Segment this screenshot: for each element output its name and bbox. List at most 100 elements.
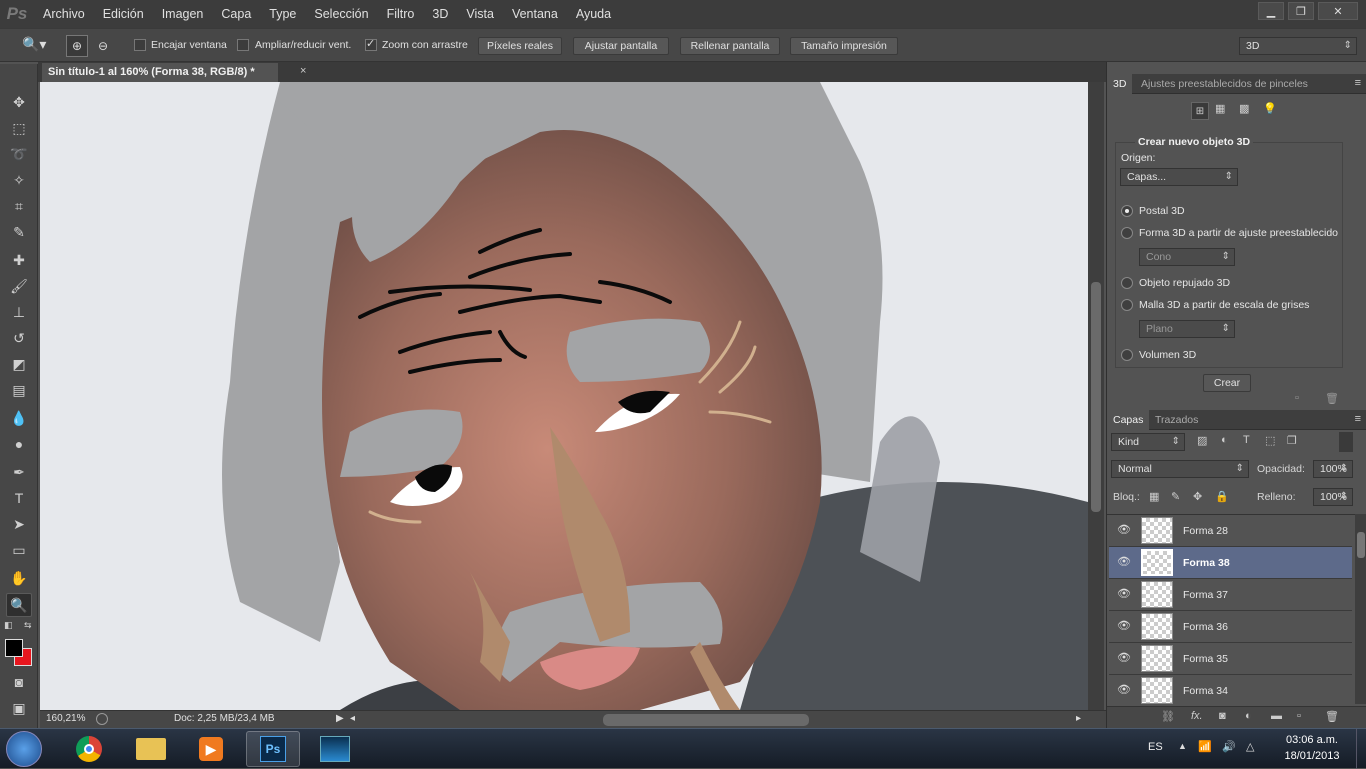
brush-tool-icon[interactable]: 🖌 (6, 274, 32, 298)
export-icon[interactable] (96, 713, 108, 725)
lock-pixels-icon[interactable]: ✎ (1171, 490, 1180, 503)
crear-button[interactable]: Crear (1203, 374, 1251, 392)
foreground-color-swatch[interactable] (5, 639, 23, 657)
kind-select[interactable]: Kind (1111, 433, 1185, 451)
menu-filtro[interactable]: Filtro (378, 0, 424, 28)
tab-trazados[interactable]: Trazados (1149, 410, 1204, 430)
restore-icon[interactable]: ❐ (1288, 2, 1314, 20)
zoom-tool-icon[interactable]: 🔍 (6, 593, 32, 617)
app-taskbar-icon[interactable] (308, 731, 362, 767)
eye-icon[interactable]: 👁 (1117, 557, 1131, 568)
language-indicator[interactable]: ES (1148, 741, 1163, 753)
chrome-taskbar-icon[interactable] (62, 731, 116, 767)
layer-row[interactable]: 👁 Forma 28 (1109, 515, 1352, 547)
menu-vista[interactable]: Vista (457, 0, 503, 28)
forma-3d-radio[interactable] (1121, 227, 1133, 239)
move-tool-icon[interactable]: ✥ (6, 90, 32, 114)
menu-archivo[interactable]: Archivo (34, 0, 94, 28)
new-layer-icon[interactable]: ▫ (1297, 710, 1301, 722)
objeto-repujado-radio[interactable] (1121, 277, 1133, 289)
drive-sync-icon[interactable]: △ (1246, 740, 1254, 753)
start-button[interactable] (6, 731, 42, 767)
menu-ayuda[interactable]: Ayuda (567, 0, 620, 28)
lasso-tool-icon[interactable]: ➰ (6, 142, 32, 166)
zoom-tool-preset-icon[interactable]: 🔍▾ (22, 36, 56, 56)
filter-adjust-icon[interactable]: ◐ (1221, 434, 1228, 446)
trash-small-icon[interactable]: 🗑 (1325, 392, 1339, 405)
cono-select[interactable]: Cono (1139, 248, 1235, 266)
opacity-input[interactable]: 100% (1313, 460, 1353, 478)
lock-all-icon[interactable]: 🔒 (1215, 490, 1229, 503)
eye-icon[interactable]: 👁 (1117, 685, 1131, 696)
origen-select[interactable]: Capas... (1120, 168, 1238, 186)
filter-toggle[interactable] (1339, 432, 1353, 452)
menu-3d[interactable]: 3D (423, 0, 457, 28)
menu-imagen[interactable]: Imagen (153, 0, 213, 28)
eye-icon[interactable]: 👁 (1117, 621, 1131, 632)
shape-tool-icon[interactable]: ▭ (6, 538, 32, 562)
eraser-tool-icon[interactable]: ◩ (6, 352, 32, 376)
close-icon[interactable]: ✕ (1318, 2, 1358, 20)
clock-time[interactable]: 03:06 a.m. (1282, 734, 1342, 746)
gradient-tool-icon[interactable]: ▤ (6, 378, 32, 402)
dodge-tool-icon[interactable]: ● (6, 432, 32, 456)
type-tool-icon[interactable]: T (6, 486, 32, 510)
lock-position-icon[interactable]: ✥ (1193, 490, 1202, 503)
layers-menu-icon[interactable]: ≡ (1355, 413, 1361, 425)
layers-scroll-thumb[interactable] (1357, 532, 1365, 558)
default-colors-icon[interactable]: ◧ (4, 620, 13, 631)
volume-icon[interactable]: 🔊 (1222, 740, 1236, 753)
fx-icon[interactable]: fx. (1191, 710, 1203, 722)
link-layers-icon[interactable]: ⛓ (1161, 710, 1175, 723)
filter-type-icon[interactable]: T (1243, 434, 1250, 446)
volumen-3d-radio[interactable] (1121, 349, 1133, 361)
scroll-right-icon[interactable]: ▸ (1076, 713, 1081, 724)
filter-image-icon[interactable]: ▨ (1197, 434, 1207, 447)
filter-smart-icon[interactable]: ❐ (1287, 434, 1297, 447)
screen-mode-icon[interactable]: ▣ (6, 696, 32, 720)
layer-row[interactable]: 👁 Forma 34 (1109, 675, 1352, 707)
mesh-filter-icon[interactable]: ▦ (1215, 102, 1225, 115)
tab-capas[interactable]: Capas (1107, 410, 1150, 430)
pixeles-reales-button[interactable]: Píxeles reales (478, 37, 562, 55)
zoom-level[interactable]: 160,21% (46, 713, 85, 724)
menu-type[interactable]: Type (260, 0, 305, 28)
group-folder-icon[interactable]: ▬ (1271, 710, 1282, 722)
network-icon[interactable]: 📶 (1198, 740, 1212, 753)
quick-mask-icon[interactable]: ◙ (6, 670, 32, 694)
hand-tool-icon[interactable]: ✋ (6, 566, 32, 590)
vertical-scrollbar[interactable] (1088, 82, 1104, 710)
minimize-icon[interactable]: ▁ (1258, 2, 1284, 20)
layer-row[interactable]: 👁 Forma 37 (1109, 579, 1352, 611)
document-canvas[interactable] (40, 82, 1088, 710)
horizontal-scroll-thumb[interactable] (603, 714, 809, 726)
vertical-scroll-thumb[interactable] (1091, 282, 1101, 512)
tamano-impresion-button[interactable]: Tamaño impresión (790, 37, 898, 55)
layer-row[interactable]: 👁 Forma 35 (1109, 643, 1352, 675)
plano-select[interactable]: Plano (1139, 320, 1235, 338)
media-player-taskbar-icon[interactable]: ▶ (184, 731, 238, 767)
encajar-ventana-checkbox[interactable] (134, 39, 146, 51)
menu-seleccion[interactable]: Selección (305, 0, 377, 28)
document-tab[interactable]: Sin título-1 al 160% (Forma 38, RGB/8) * (42, 63, 278, 82)
show-desktop-button[interactable] (1356, 729, 1366, 769)
malla-3d-radio[interactable] (1121, 299, 1133, 311)
mask-icon[interactable]: ◙ (1219, 710, 1226, 722)
crop-tool-icon[interactable]: ⌗ (6, 194, 32, 218)
light-filter-icon[interactable]: 💡 (1263, 102, 1277, 115)
filter-shape-icon[interactable]: ⬚ (1265, 434, 1275, 447)
pen-tool-icon[interactable]: ✒ (6, 460, 32, 484)
marquee-tool-icon[interactable]: ⬚ (6, 116, 32, 140)
magic-wand-tool-icon[interactable]: ✧ (6, 168, 32, 192)
rellenar-pantalla-button[interactable]: Rellenar pantalla (680, 37, 780, 55)
menu-capa[interactable]: Capa (212, 0, 260, 28)
menu-edicion[interactable]: Edición (94, 0, 153, 28)
zoom-out-icon[interactable]: ⊖ (92, 35, 114, 57)
postal-3d-radio[interactable] (1121, 205, 1133, 217)
tab-pinceles[interactable]: Ajustes preestablecidos de pinceles (1135, 74, 1314, 94)
lock-transparency-icon[interactable]: ▦ (1149, 490, 1159, 503)
zoom-arrastre-checkbox[interactable] (365, 37, 377, 51)
eyedropper-tool-icon[interactable]: ✎ (6, 220, 32, 244)
tab-3d[interactable]: 3D (1107, 74, 1133, 94)
adjustment-icon[interactable]: ◐ (1245, 710, 1252, 722)
